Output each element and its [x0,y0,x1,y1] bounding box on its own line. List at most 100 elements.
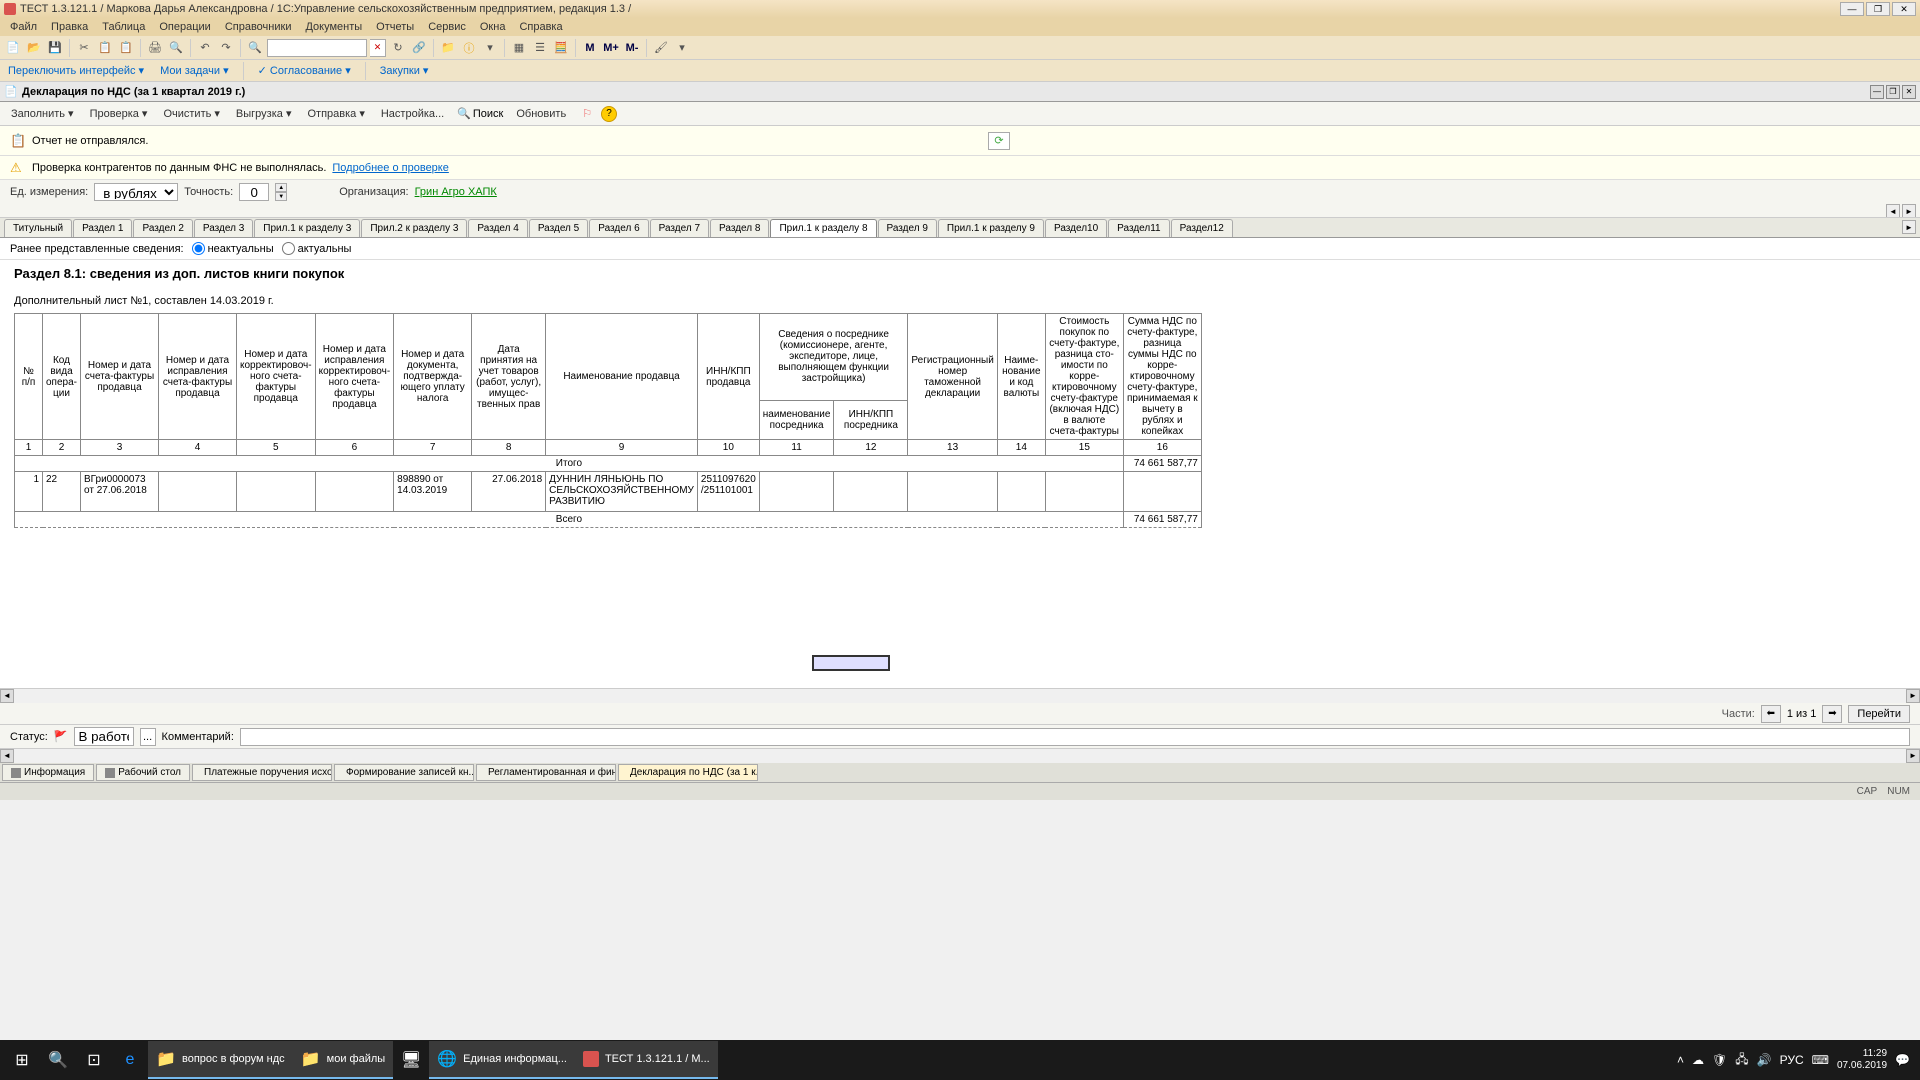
parts-next-button[interactable]: ➡ [1822,705,1842,723]
tab-section12[interactable]: Раздел12 [1171,219,1233,237]
table-row[interactable]: 1 22 ВГри0000073 от 27.06.2018 898890 от… [15,472,1202,512]
tray-keyboard-icon[interactable]: ⌨ [1812,1053,1829,1067]
unit-select[interactable]: в рублях [94,183,178,201]
content-hscroll[interactable]: ◄ ► [0,688,1920,702]
switch-interface-button[interactable]: Переключить интерфейс ▾ [4,62,148,79]
menu-file[interactable]: Файл [4,19,43,35]
tray-cloud-icon[interactable]: ☁ [1692,1053,1704,1067]
hscroll-right[interactable]: ► [1906,689,1920,703]
search-icon[interactable]: 🔍 [246,39,264,57]
brush-icon[interactable]: 🖌 [652,39,670,57]
tab-info[interactable]: Информация [2,764,94,781]
tab-payments[interactable]: Платежные поручения исхо... [192,764,332,781]
menu-windows[interactable]: Окна [474,19,512,35]
tab-section4[interactable]: Раздел 4 [468,219,527,237]
agreement-button[interactable]: ✓ Согласование ▾ [254,62,355,79]
tab-section3[interactable]: Раздел 3 [194,219,253,237]
tab-section2[interactable]: Раздел 2 [133,219,192,237]
outer-hscroll[interactable]: ◄ ► [0,748,1920,762]
window-close-button[interactable]: ✕ [1892,2,1916,16]
scroll-left-button[interactable]: ◄ [1886,204,1900,218]
window-restore-button[interactable]: ❐ [1866,2,1890,16]
tab-title[interactable]: Титульный [4,219,72,237]
search-taskbar-button[interactable]: 🔍 [40,1041,76,1079]
refresh-status-button[interactable]: ⟳ [988,132,1010,150]
cut-icon[interactable]: ✂ [75,39,93,57]
undo-icon[interactable]: ↶ [196,39,214,57]
outer-hscroll-left[interactable]: ◄ [0,749,14,763]
status-select[interactable] [74,727,134,746]
refresh-icon[interactable]: ↻ [389,39,407,57]
tab-section6[interactable]: Раздел 6 [589,219,648,237]
search-button[interactable]: 🔍 Поиск [453,105,507,122]
app-button-1[interactable]: 🖥 [393,1041,429,1079]
tab-app1-3[interactable]: Прил.1 к разделу 3 [254,219,360,237]
window-minimize-button[interactable]: — [1840,2,1864,16]
hscroll-left[interactable]: ◄ [0,689,14,703]
parts-prev-button[interactable]: ⬅ [1761,705,1781,723]
brush-dd-icon[interactable]: ▾ [673,39,691,57]
chrome-button[interactable]: 🌐Единая информац... [429,1041,575,1079]
tab-regulated[interactable]: Регламентированная и фин... [476,764,616,781]
search-input[interactable] [267,39,367,57]
tab-app2-3[interactable]: Прил.2 к разделу 3 [361,219,467,237]
folder-forum-button[interactable]: 📁вопрос в форум ндс [148,1041,293,1079]
upload-button[interactable]: Выгрузка ▾ [229,103,299,124]
1c-button[interactable]: ТЕСТ 1.3.121.1 / М... [575,1041,718,1079]
menu-operations[interactable]: Операции [153,19,216,35]
my-tasks-button[interactable]: Мои задачи ▾ [156,62,233,79]
m-button[interactable]: M [581,39,599,57]
dropdown-icon[interactable]: ▾ [481,39,499,57]
check-button[interactable]: Проверка ▾ [83,103,155,124]
preview-icon[interactable]: 🔍 [167,39,185,57]
clear-button[interactable]: Очистить ▾ [156,103,226,124]
folder-icon[interactable]: 📁 [439,39,457,57]
menu-reports[interactable]: Отчеты [370,19,420,35]
open-icon[interactable]: 📂 [25,39,43,57]
selected-cell[interactable] [812,655,890,671]
doc-close-button[interactable]: ✕ [1902,85,1916,99]
mminus-button[interactable]: M- [623,39,641,57]
redo-icon[interactable]: ↷ [217,39,235,57]
paste-icon[interactable]: 📋 [117,39,135,57]
outer-hscroll-right[interactable]: ► [1906,749,1920,763]
tab-section10[interactable]: Раздел10 [1045,219,1107,237]
tab-section9[interactable]: Раздел 9 [878,219,937,237]
tab-section5[interactable]: Раздел 5 [529,219,588,237]
tray-up-icon[interactable]: ˄ [1677,1053,1684,1067]
scroll-right-button[interactable]: ► [1902,204,1916,218]
org-link[interactable]: Грин Агро ХАПК [415,186,497,198]
precision-down[interactable]: ▼ [275,192,287,201]
copy-icon[interactable]: 📋 [96,39,114,57]
mplus-button[interactable]: M+ [602,39,620,57]
status-more-button[interactable]: ... [140,728,156,746]
grid-icon[interactable]: ▦ [510,39,528,57]
purchases-button[interactable]: Закупки ▾ [376,62,433,79]
folder-files-button[interactable]: 📁мои файлы [293,1041,394,1079]
doc-minimize-button[interactable]: — [1870,85,1884,99]
send-button[interactable]: Отправка ▾ [300,103,371,124]
flag-icon[interactable]: ⚐ [575,103,599,124]
radio-inactive[interactable]: неактуальны [192,242,274,255]
precision-input[interactable] [239,183,269,201]
tray-lang[interactable]: РУС [1780,1053,1804,1067]
nav-icon[interactable]: 🔗 [410,39,428,57]
tab-app1-9[interactable]: Прил.1 к разделу 9 [938,219,1044,237]
tray-volume-icon[interactable]: 🔊 [1757,1053,1772,1067]
radio-actual[interactable]: актуальны [282,242,352,255]
tray-clock[interactable]: 11:29 07.06.2019 [1837,1048,1887,1072]
precision-up[interactable]: ▲ [275,183,287,192]
menu-catalogs[interactable]: Справочники [219,19,298,35]
menu-service[interactable]: Сервис [422,19,472,35]
go-button[interactable]: Перейти [1848,705,1910,723]
tab-app1-8[interactable]: Прил.1 к разделу 8 [770,219,876,237]
tabs-scroll-right[interactable]: ► [1902,220,1916,234]
tab-section8[interactable]: Раздел 8 [710,219,769,237]
menu-documents[interactable]: Документы [299,19,368,35]
taskview-button[interactable]: ⊡ [76,1041,112,1079]
menu-help[interactable]: Справка [513,19,568,35]
save-icon[interactable]: 💾 [46,39,64,57]
settings-button[interactable]: Настройка... [374,104,451,124]
fill-button[interactable]: Заполнить ▾ [4,103,81,124]
doc-restore-button[interactable]: ❐ [1886,85,1900,99]
